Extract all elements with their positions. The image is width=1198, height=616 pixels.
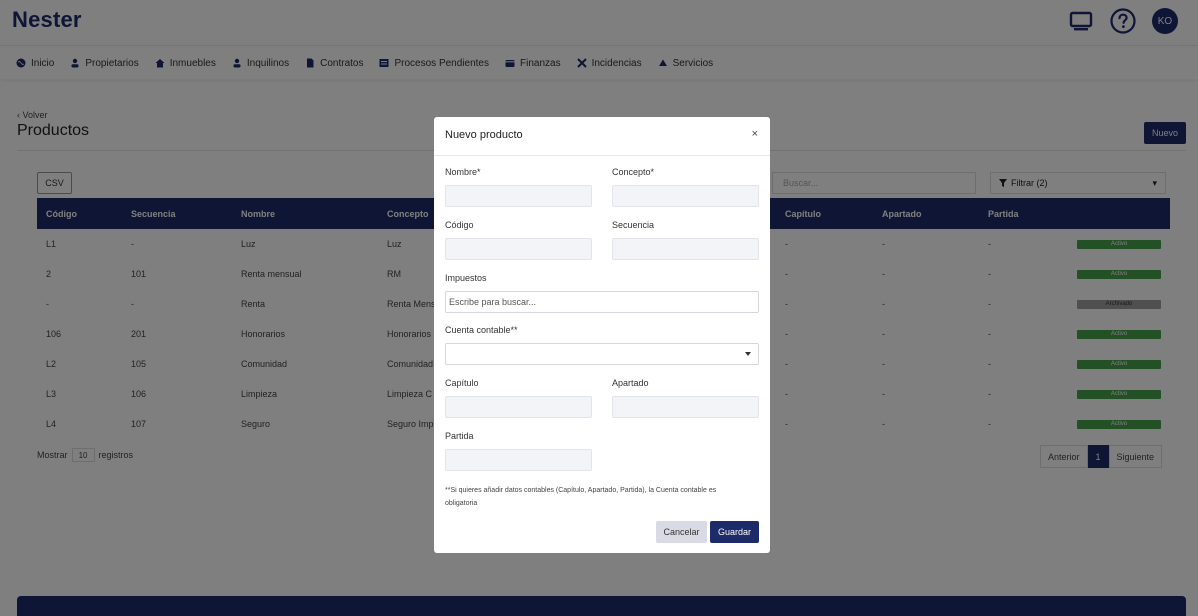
modal-title: Nuevo producto bbox=[445, 129, 523, 141]
partida-label: Partida bbox=[445, 431, 474, 441]
codigo-input[interactable] bbox=[445, 238, 592, 260]
save-button[interactable]: Guardar bbox=[710, 521, 759, 543]
apartado-label: Apartado bbox=[612, 378, 649, 388]
partida-input[interactable] bbox=[445, 449, 592, 471]
concepto-input[interactable] bbox=[612, 185, 759, 207]
secuencia-label: Secuencia bbox=[612, 220, 655, 230]
cuenta-contable-select[interactable] bbox=[445, 343, 759, 365]
concepto-label: Concepto* bbox=[612, 167, 655, 177]
impuestos-search-input[interactable]: Escribe para buscar... bbox=[445, 291, 759, 313]
apartado-input[interactable] bbox=[612, 396, 759, 418]
codigo-label: Código bbox=[445, 220, 474, 230]
cancel-button[interactable]: Cancelar bbox=[656, 521, 707, 543]
caret-down-icon bbox=[745, 352, 751, 356]
close-icon[interactable]: × bbox=[752, 128, 758, 140]
modal-header: Nuevo producto × bbox=[434, 117, 770, 156]
capitulo-input[interactable] bbox=[445, 396, 592, 418]
capitulo-label: Capítulo bbox=[445, 378, 479, 388]
accounting-note: **Si quieres añadir datos contables (Cap… bbox=[445, 487, 717, 507]
cuenta-contable-label: Cuenta contable** bbox=[445, 325, 518, 335]
nombre-input[interactable] bbox=[445, 185, 592, 207]
new-product-modal: Nuevo producto × Nombre* Concepto* Códig… bbox=[434, 117, 770, 553]
impuestos-label: Impuestos bbox=[445, 273, 487, 283]
secuencia-input[interactable] bbox=[612, 238, 759, 260]
nombre-label: Nombre* bbox=[445, 167, 481, 177]
